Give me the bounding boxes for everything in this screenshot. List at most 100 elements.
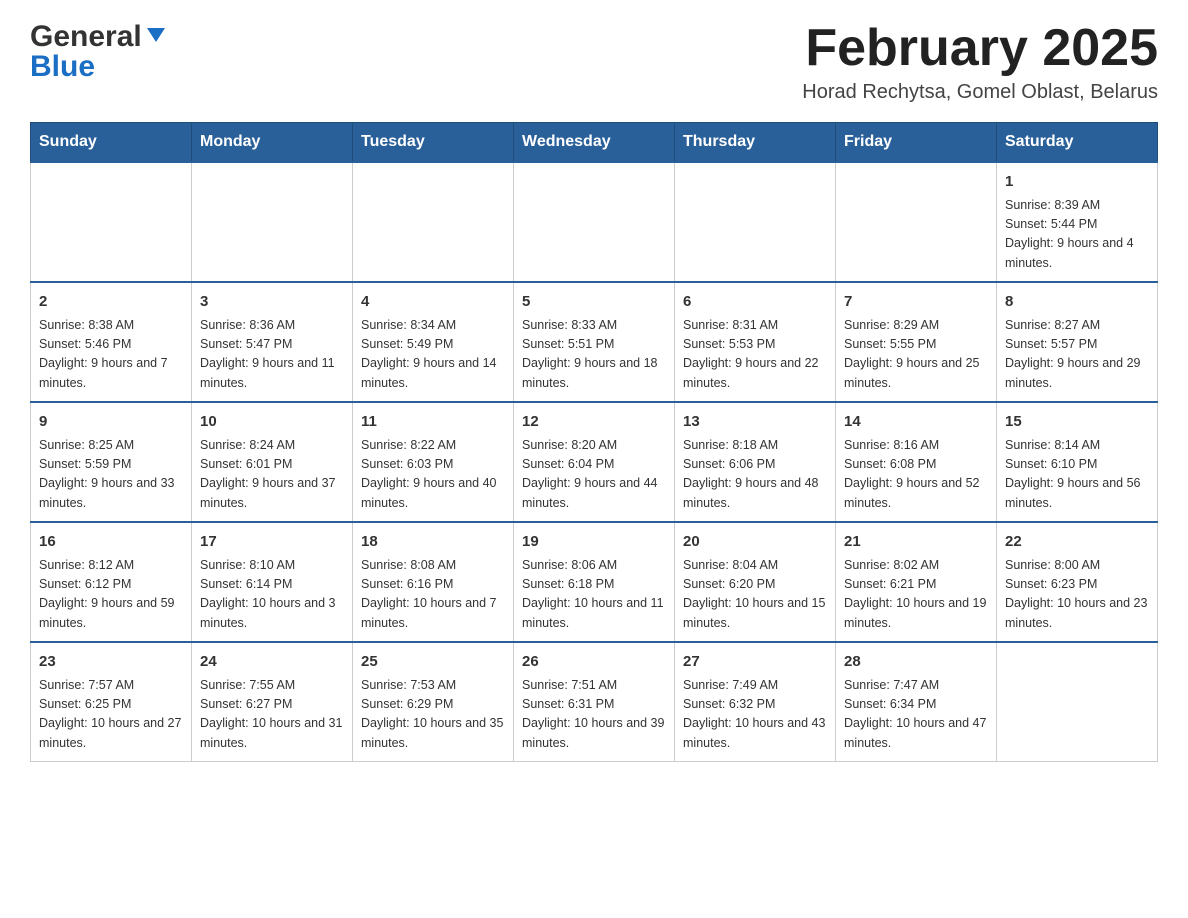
day-number: 9 — [39, 411, 183, 434]
calendar-cell: 20Sunrise: 8:04 AMSunset: 6:20 PMDayligh… — [675, 522, 836, 642]
calendar-cell — [192, 162, 353, 282]
weekday-header-friday: Friday — [836, 123, 997, 163]
day-info: Sunrise: 8:29 AMSunset: 5:55 PMDaylight:… — [844, 316, 988, 394]
day-info: Sunrise: 7:51 AMSunset: 6:31 PMDaylight:… — [522, 676, 666, 754]
day-number: 17 — [200, 531, 344, 554]
location: Horad Rechytsa, Gomel Oblast, Belarus — [802, 81, 1158, 104]
day-number: 12 — [522, 411, 666, 434]
day-info: Sunrise: 8:08 AMSunset: 6:16 PMDaylight:… — [361, 556, 505, 634]
day-number: 23 — [39, 651, 183, 674]
day-info: Sunrise: 8:02 AMSunset: 6:21 PMDaylight:… — [844, 556, 988, 634]
calendar-cell: 9Sunrise: 8:25 AMSunset: 5:59 PMDaylight… — [31, 402, 192, 522]
day-number: 14 — [844, 411, 988, 434]
day-number: 18 — [361, 531, 505, 554]
day-info: Sunrise: 8:10 AMSunset: 6:14 PMDaylight:… — [200, 556, 344, 634]
day-info: Sunrise: 8:22 AMSunset: 6:03 PMDaylight:… — [361, 436, 505, 514]
day-number: 24 — [200, 651, 344, 674]
calendar-cell: 3Sunrise: 8:36 AMSunset: 5:47 PMDaylight… — [192, 282, 353, 402]
weekday-header-tuesday: Tuesday — [353, 123, 514, 163]
weekday-header-thursday: Thursday — [675, 123, 836, 163]
day-number: 22 — [1005, 531, 1149, 554]
day-number: 28 — [844, 651, 988, 674]
day-number: 19 — [522, 531, 666, 554]
day-info: Sunrise: 8:14 AMSunset: 6:10 PMDaylight:… — [1005, 436, 1149, 514]
day-info: Sunrise: 8:31 AMSunset: 5:53 PMDaylight:… — [683, 316, 827, 394]
day-number: 15 — [1005, 411, 1149, 434]
calendar-cell: 21Sunrise: 8:02 AMSunset: 6:21 PMDayligh… — [836, 522, 997, 642]
calendar-cell: 7Sunrise: 8:29 AMSunset: 5:55 PMDaylight… — [836, 282, 997, 402]
day-info: Sunrise: 8:00 AMSunset: 6:23 PMDaylight:… — [1005, 556, 1149, 634]
day-number: 21 — [844, 531, 988, 554]
logo-general-text: General — [30, 20, 142, 54]
day-number: 8 — [1005, 291, 1149, 314]
calendar-header-row: SundayMondayTuesdayWednesdayThursdayFrid… — [31, 123, 1158, 163]
day-info: Sunrise: 8:20 AMSunset: 6:04 PMDaylight:… — [522, 436, 666, 514]
day-info: Sunrise: 8:38 AMSunset: 5:46 PMDaylight:… — [39, 316, 183, 394]
calendar-cell — [997, 642, 1158, 762]
calendar-cell: 25Sunrise: 7:53 AMSunset: 6:29 PMDayligh… — [353, 642, 514, 762]
day-number: 27 — [683, 651, 827, 674]
month-title: February 2025 — [802, 20, 1158, 77]
day-info: Sunrise: 8:25 AMSunset: 5:59 PMDaylight:… — [39, 436, 183, 514]
calendar-week-row: 2Sunrise: 8:38 AMSunset: 5:46 PMDaylight… — [31, 282, 1158, 402]
calendar-cell: 12Sunrise: 8:20 AMSunset: 6:04 PMDayligh… — [514, 402, 675, 522]
day-info: Sunrise: 7:53 AMSunset: 6:29 PMDaylight:… — [361, 676, 505, 754]
day-number: 11 — [361, 411, 505, 434]
day-info: Sunrise: 8:12 AMSunset: 6:12 PMDaylight:… — [39, 556, 183, 634]
day-number: 3 — [200, 291, 344, 314]
day-number: 2 — [39, 291, 183, 314]
calendar-week-row: 23Sunrise: 7:57 AMSunset: 6:25 PMDayligh… — [31, 642, 1158, 762]
calendar-cell: 17Sunrise: 8:10 AMSunset: 6:14 PMDayligh… — [192, 522, 353, 642]
day-number: 5 — [522, 291, 666, 314]
calendar-cell: 22Sunrise: 8:00 AMSunset: 6:23 PMDayligh… — [997, 522, 1158, 642]
weekday-header-wednesday: Wednesday — [514, 123, 675, 163]
calendar-cell: 18Sunrise: 8:08 AMSunset: 6:16 PMDayligh… — [353, 522, 514, 642]
day-number: 25 — [361, 651, 505, 674]
weekday-header-saturday: Saturday — [997, 123, 1158, 163]
calendar-week-row: 9Sunrise: 8:25 AMSunset: 5:59 PMDaylight… — [31, 402, 1158, 522]
calendar-cell: 10Sunrise: 8:24 AMSunset: 6:01 PMDayligh… — [192, 402, 353, 522]
day-number: 20 — [683, 531, 827, 554]
calendar-cell — [31, 162, 192, 282]
day-info: Sunrise: 8:04 AMSunset: 6:20 PMDaylight:… — [683, 556, 827, 634]
calendar-cell: 5Sunrise: 8:33 AMSunset: 5:51 PMDaylight… — [514, 282, 675, 402]
calendar-cell — [353, 162, 514, 282]
weekday-header-sunday: Sunday — [31, 123, 192, 163]
calendar-cell — [514, 162, 675, 282]
page-header: General Blue February 2025 Horad Rechyts… — [30, 20, 1158, 104]
day-number: 13 — [683, 411, 827, 434]
calendar-cell: 19Sunrise: 8:06 AMSunset: 6:18 PMDayligh… — [514, 522, 675, 642]
calendar-cell: 6Sunrise: 8:31 AMSunset: 5:53 PMDaylight… — [675, 282, 836, 402]
day-number: 16 — [39, 531, 183, 554]
title-block: February 2025 Horad Rechytsa, Gomel Obla… — [802, 20, 1158, 104]
calendar-cell: 8Sunrise: 8:27 AMSunset: 5:57 PMDaylight… — [997, 282, 1158, 402]
weekday-header-monday: Monday — [192, 123, 353, 163]
day-number: 4 — [361, 291, 505, 314]
calendar-cell — [836, 162, 997, 282]
calendar-table: SundayMondayTuesdayWednesdayThursdayFrid… — [30, 122, 1158, 762]
calendar-cell: 14Sunrise: 8:16 AMSunset: 6:08 PMDayligh… — [836, 402, 997, 522]
calendar-week-row: 1Sunrise: 8:39 AMSunset: 5:44 PMDaylight… — [31, 162, 1158, 282]
calendar-week-row: 16Sunrise: 8:12 AMSunset: 6:12 PMDayligh… — [31, 522, 1158, 642]
calendar-cell: 24Sunrise: 7:55 AMSunset: 6:27 PMDayligh… — [192, 642, 353, 762]
day-number: 1 — [1005, 171, 1149, 194]
day-info: Sunrise: 8:06 AMSunset: 6:18 PMDaylight:… — [522, 556, 666, 634]
logo-blue-text: Blue — [30, 50, 95, 84]
day-info: Sunrise: 8:34 AMSunset: 5:49 PMDaylight:… — [361, 316, 505, 394]
day-info: Sunrise: 8:27 AMSunset: 5:57 PMDaylight:… — [1005, 316, 1149, 394]
calendar-cell: 28Sunrise: 7:47 AMSunset: 6:34 PMDayligh… — [836, 642, 997, 762]
calendar-cell — [675, 162, 836, 282]
day-number: 7 — [844, 291, 988, 314]
logo: General Blue — [30, 20, 167, 84]
day-number: 10 — [200, 411, 344, 434]
calendar-cell: 23Sunrise: 7:57 AMSunset: 6:25 PMDayligh… — [31, 642, 192, 762]
calendar-cell: 2Sunrise: 8:38 AMSunset: 5:46 PMDaylight… — [31, 282, 192, 402]
calendar-cell: 11Sunrise: 8:22 AMSunset: 6:03 PMDayligh… — [353, 402, 514, 522]
calendar-cell: 13Sunrise: 8:18 AMSunset: 6:06 PMDayligh… — [675, 402, 836, 522]
day-info: Sunrise: 8:36 AMSunset: 5:47 PMDaylight:… — [200, 316, 344, 394]
logo-arrow-icon — [145, 24, 167, 51]
day-info: Sunrise: 7:49 AMSunset: 6:32 PMDaylight:… — [683, 676, 827, 754]
day-info: Sunrise: 7:55 AMSunset: 6:27 PMDaylight:… — [200, 676, 344, 754]
calendar-cell: 27Sunrise: 7:49 AMSunset: 6:32 PMDayligh… — [675, 642, 836, 762]
calendar-cell: 4Sunrise: 8:34 AMSunset: 5:49 PMDaylight… — [353, 282, 514, 402]
